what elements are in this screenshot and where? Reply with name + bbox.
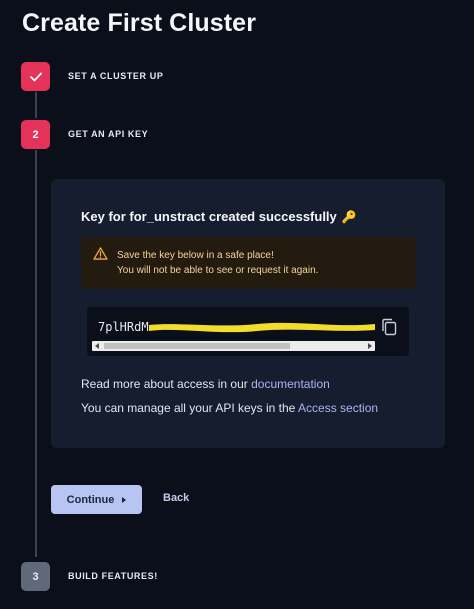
checkmark-icon bbox=[29, 72, 42, 81]
scroll-thumb[interactable] bbox=[104, 343, 290, 349]
warning-triangle-icon bbox=[93, 247, 108, 260]
page-title: Create First Cluster bbox=[22, 9, 257, 37]
warning-line-1: Save the key below in a safe place! bbox=[117, 250, 274, 261]
api-key-card: Key for for_unstract created successfull… bbox=[51, 179, 445, 448]
info-access: You can manage all your API keys in the … bbox=[81, 401, 378, 415]
card-title: Key for for_unstract created successfull… bbox=[81, 209, 357, 224]
step-3-label: BUILD FEATURES! bbox=[68, 571, 158, 581]
documentation-link[interactable]: documentation bbox=[251, 377, 330, 391]
redaction-mark bbox=[149, 322, 375, 333]
step-3-badge: 3 bbox=[21, 562, 50, 591]
step-1-badge bbox=[21, 62, 50, 91]
api-key-box[interactable]: 7plHRdM bbox=[87, 307, 409, 356]
step-1-label: SET A CLUSTER UP bbox=[68, 71, 164, 81]
horizontal-scrollbar[interactable] bbox=[92, 341, 375, 351]
step-2-label: GET AN API KEY bbox=[68, 129, 149, 139]
info-access-text: You can manage all your API keys in the bbox=[81, 401, 299, 415]
warning-line-2: You will not be able to see or request i… bbox=[117, 265, 319, 276]
chevron-right-icon bbox=[122, 496, 127, 503]
api-key-text[interactable]: 7plHRdM bbox=[98, 320, 149, 334]
info-documentation: Read more about access in our documentat… bbox=[81, 377, 330, 391]
warning-alert: Save the key below in a safe place! You … bbox=[81, 237, 416, 289]
stepper-line bbox=[35, 150, 37, 557]
continue-button-label: Continue bbox=[66, 493, 115, 506]
info-documentation-text: Read more about access in our bbox=[81, 377, 252, 391]
back-button[interactable]: Back bbox=[163, 492, 189, 504]
key-icon: 🔑 bbox=[341, 209, 357, 224]
continue-button[interactable]: Continue bbox=[51, 485, 142, 514]
access-section-link[interactable]: Access section bbox=[298, 401, 378, 415]
scroll-left-arrow[interactable] bbox=[95, 343, 99, 349]
scroll-right-arrow[interactable] bbox=[368, 343, 372, 349]
copy-icon[interactable] bbox=[381, 318, 397, 336]
card-title-text: Key for for_unstract created successfull… bbox=[81, 209, 337, 224]
step-2-badge: 2 bbox=[21, 120, 50, 149]
stepper-line bbox=[35, 92, 37, 118]
